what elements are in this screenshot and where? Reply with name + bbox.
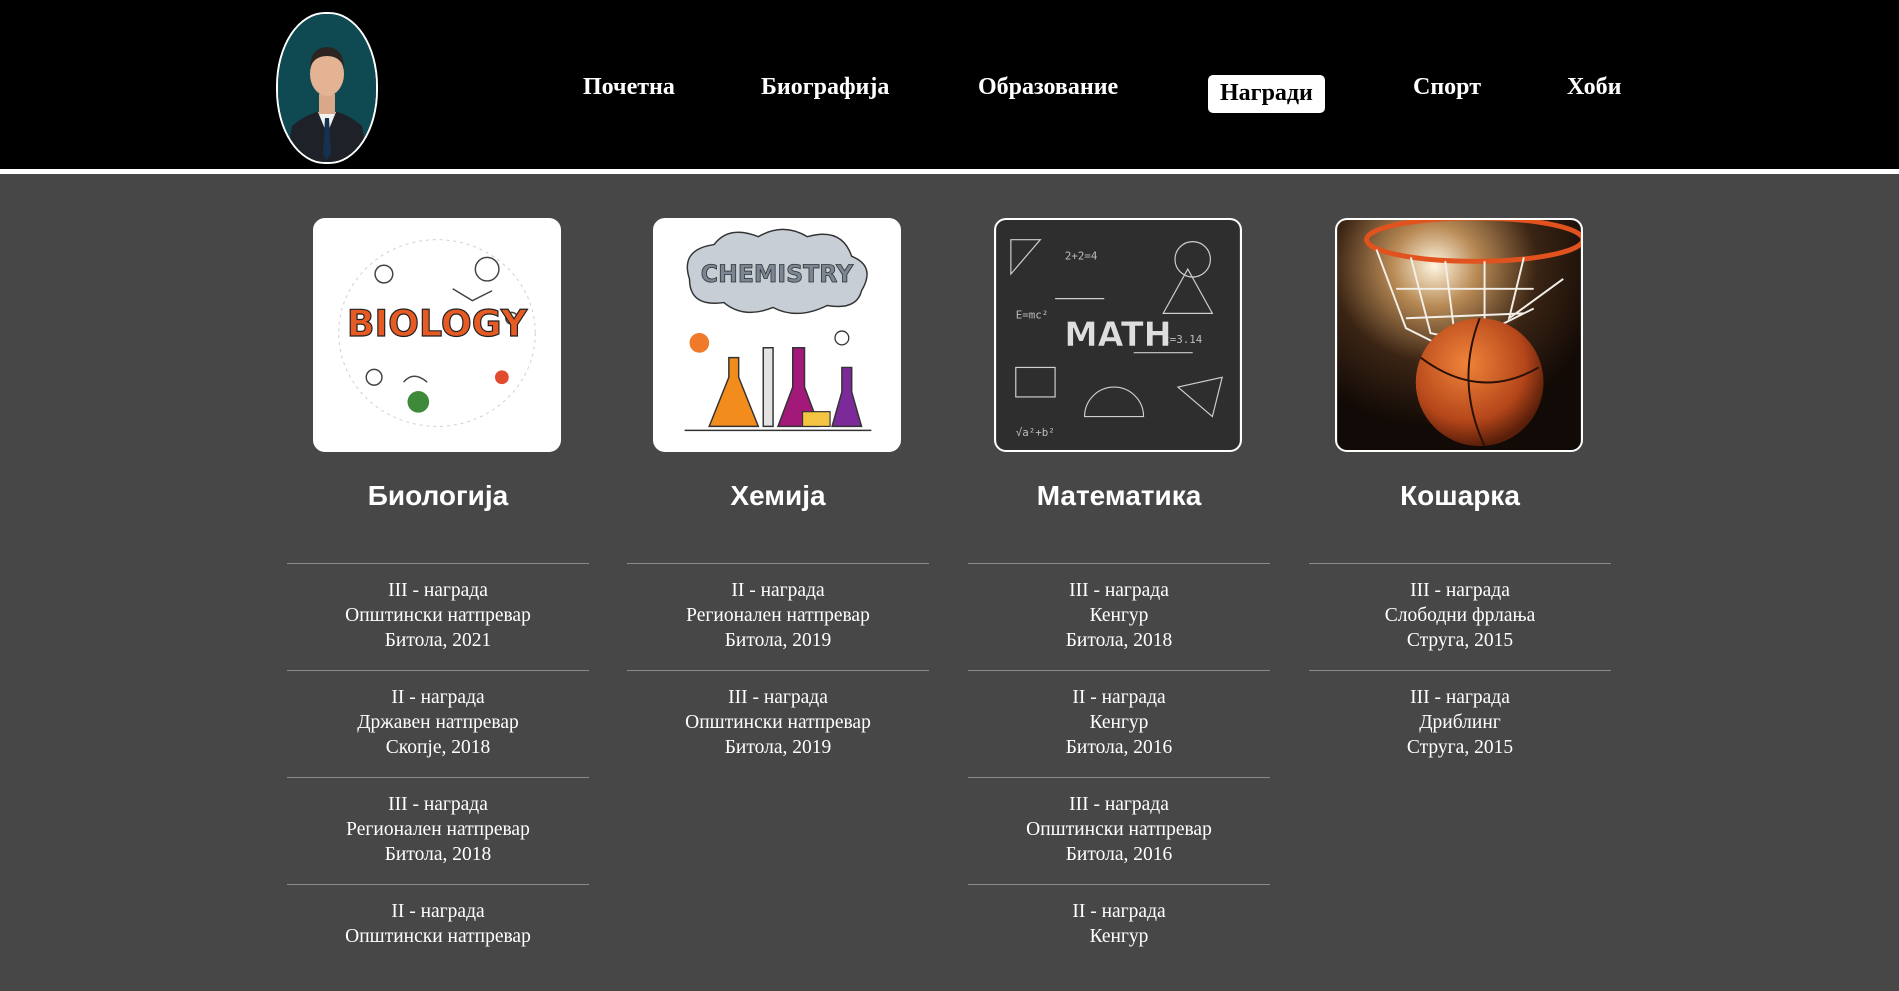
nav-item-home[interactable]: Почетна: [583, 74, 675, 101]
award-competition: Општински натпревар: [685, 712, 871, 733]
biology-image: BIOLOGY: [313, 218, 561, 452]
award-rank: III - награда: [1069, 794, 1169, 815]
award-competition: Кенгур: [1089, 605, 1149, 626]
award-place: Битола, 2018: [384, 844, 492, 865]
award-competition: Дриблинг: [1419, 712, 1501, 733]
award-competition: Општински натпревар: [1026, 819, 1212, 840]
award-item: II - награда Државен натпревар Скопје, 2…: [287, 670, 589, 777]
award-rank: III - награда: [1069, 580, 1169, 601]
math-image-word: MATH: [1064, 315, 1171, 354]
column-title: Биологија: [367, 480, 509, 511]
column-title: Кошарка: [1400, 480, 1520, 511]
award-rank: III - награда: [1410, 580, 1510, 601]
award-place: Битола, 2019: [724, 737, 832, 758]
nav-item-sport[interactable]: Спорт: [1413, 74, 1481, 101]
award-place: Струга, 2015: [1406, 737, 1514, 758]
award-rank: II - награда: [391, 901, 485, 922]
svg-text:E=mc²: E=mc²: [1016, 308, 1049, 321]
award-item: II - награда Кенгур: [968, 884, 1270, 991]
award-item: II - награда Кенгур Битола, 2016: [968, 670, 1270, 777]
award-competition: Кенгур: [1089, 712, 1149, 733]
site-header: Почетна Биографија Образование Награди С…: [0, 0, 1899, 174]
math-image: E=mc² π=3.14 2+2=4 √a²+b² MATH: [994, 218, 1242, 452]
award-list: II - награда Регионален натпревар Битола…: [627, 563, 929, 777]
award-place: Битола, 2021: [384, 630, 492, 651]
award-place: Струга, 2015: [1406, 630, 1514, 651]
award-item: III - награда Слободни фрлања Струга, 20…: [1309, 563, 1611, 670]
award-competition: Државен натпревар: [357, 712, 519, 733]
award-rank: III - награда: [1410, 687, 1510, 708]
main-nav: Почетна Биографија Образование Награди С…: [0, 0, 1899, 174]
award-item: III - награда Кенгур Битола, 2018: [968, 563, 1270, 670]
award-competition: Регионален натпревар: [346, 819, 530, 840]
nav-item-awards[interactable]: Награди: [1208, 75, 1325, 113]
award-list: III - награда Кенгур Битола, 2018 II - н…: [968, 563, 1270, 991]
award-rank: III - награда: [728, 687, 828, 708]
biology-image-word: BIOLOGY: [347, 302, 528, 345]
awards-column-math: E=mc² π=3.14 2+2=4 √a²+b² MATH Математик…: [968, 218, 1270, 991]
award-rank: III - награда: [388, 794, 488, 815]
column-title: Хемија: [730, 480, 826, 511]
award-rank: II - награда: [1072, 687, 1166, 708]
award-rank: III - награда: [388, 580, 488, 601]
award-item: III - награда Дриблинг Струга, 2015: [1309, 670, 1611, 777]
awards-column-biology: BIOLOGY Биологија III - награда Општинск…: [287, 218, 589, 991]
svg-text:√a²+b²: √a²+b²: [1016, 426, 1055, 439]
award-place: Скопје, 2018: [385, 737, 491, 758]
basketball-image: [1335, 218, 1583, 452]
award-competition: Општински натпревар: [345, 605, 531, 626]
award-place: Битола, 2016: [1065, 737, 1173, 758]
award-item: III - награда Општински натпревар Битола…: [968, 777, 1270, 884]
award-item: II - награда Општински натпревар: [287, 884, 589, 991]
award-list: III - награда Општински натпревар Битола…: [287, 563, 589, 991]
award-rank: II - награда: [1072, 901, 1166, 922]
award-place: Битола, 2016: [1065, 844, 1173, 865]
awards-column-basketball: Кошарка III - награда Слободни фрлања Ст…: [1309, 218, 1611, 777]
award-competition: Слободни фрлања: [1384, 605, 1536, 626]
chemistry-image-word: CHEMISTRY: [701, 260, 854, 288]
awards-column-chemistry: CHEMISTRY Хемија II - награда Регионален…: [627, 218, 929, 777]
award-competition: Регионален натпревар: [686, 605, 870, 626]
award-place: Битола, 2018: [1065, 630, 1173, 651]
svg-text:2+2=4: 2+2=4: [1065, 249, 1098, 262]
award-rank: II - награда: [731, 580, 825, 601]
column-title: Математика: [1036, 480, 1202, 511]
award-competition: Кенгур: [1089, 926, 1149, 947]
chemistry-image: CHEMISTRY: [653, 218, 901, 452]
award-item: III - награда Општински натпревар Битола…: [627, 670, 929, 777]
award-competition: Општински натпревар: [345, 926, 531, 947]
nav-item-biography[interactable]: Биографија: [761, 74, 889, 101]
award-rank: II - награда: [391, 687, 485, 708]
nav-item-education[interactable]: Образование: [978, 74, 1118, 101]
award-item: III - награда Општински натпревар Битола…: [287, 563, 589, 670]
award-list: III - награда Слободни фрлања Струга, 20…: [1309, 563, 1611, 777]
award-place: Битола, 2019: [724, 630, 832, 651]
award-item: II - награда Регионален натпревар Битола…: [627, 563, 929, 670]
nav-item-hobby[interactable]: Хоби: [1567, 74, 1621, 101]
award-item: III - награда Регионален натпревар Битол…: [287, 777, 589, 884]
